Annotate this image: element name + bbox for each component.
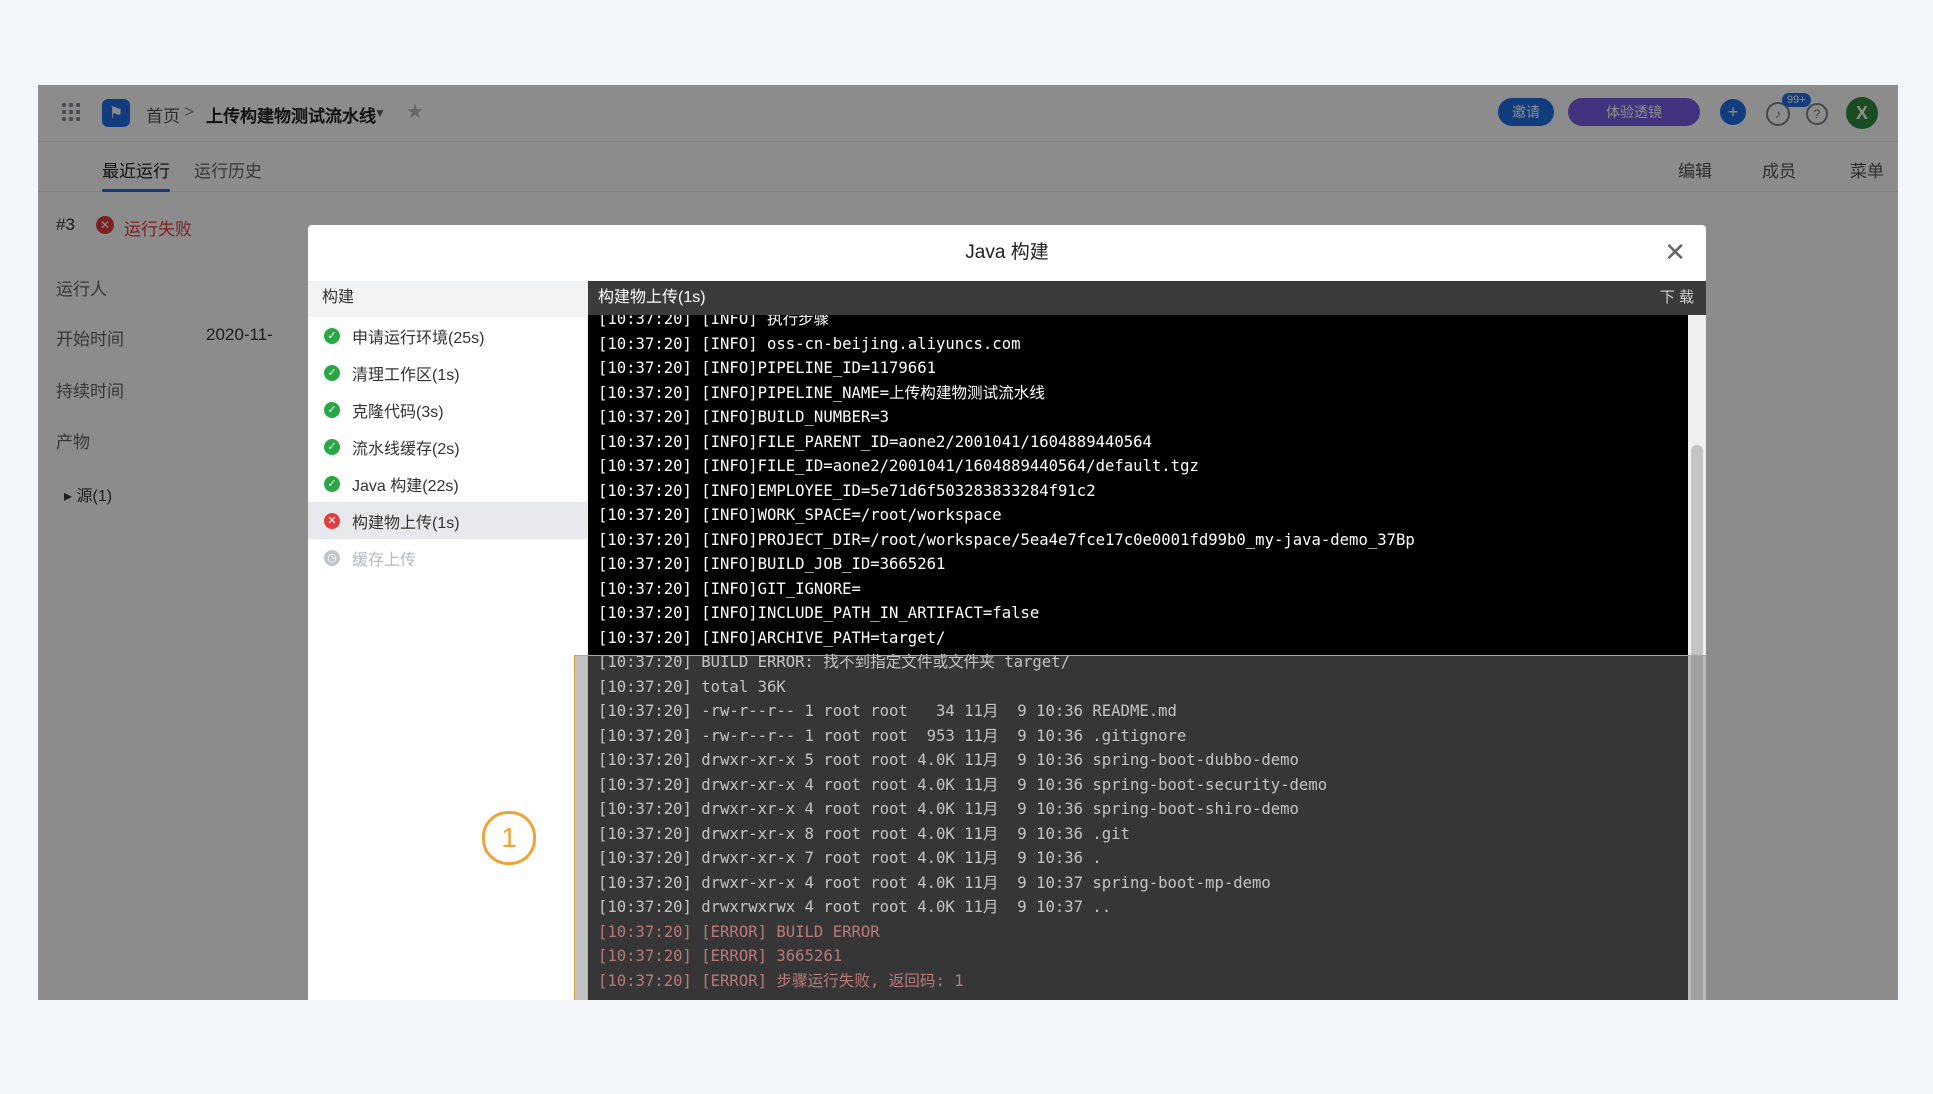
log-panel: 构建物上传(1s) 下 载 [10:37:20] [INFO] 执行步骤 [10:…	[574, 281, 1706, 1000]
log-line: [10:37:20] [INFO]EMPLOYEE_ID=5e71d6f5032…	[598, 481, 1096, 500]
step-label: 克隆代码(3s)	[352, 403, 444, 421]
step-item[interactable]: ✓ 申请运行环境(25s)	[308, 317, 587, 354]
step-item[interactable]: ✓ Java 构建(22s)	[308, 465, 587, 502]
log-line: [10:37:20] drwxrwxrwx 4 root root 4.0K 1…	[598, 898, 1112, 916]
log-line: [10:37:20] [INFO] 执行步骤	[598, 315, 830, 328]
step-label: 构建物上传(1s)	[352, 514, 460, 532]
log-line: [10:37:20] drwxr-xr-x 5 root root 4.0K 1…	[598, 751, 1299, 769]
check-circle-icon: ✓	[324, 475, 340, 492]
log-line: [10:37:20] [ERROR] BUILD ERROR	[598, 922, 880, 941]
log-line: [10:37:20] [INFO]GIT_IGNORE=	[598, 579, 861, 598]
log-line: [10:37:20] [INFO]FILE_PARENT_ID=aone2/20…	[598, 432, 1152, 451]
callout-marker: 1	[482, 811, 536, 865]
log-line: [10:37:20] [INFO]BUILD_JOB_ID=3665261	[598, 555, 946, 573]
step-label: Java 构建(22s)	[352, 477, 459, 495]
step-item[interactable]: ◷ 缓存上传	[308, 539, 587, 576]
check-circle-icon: ✓	[324, 438, 340, 455]
close-icon[interactable]: ✕	[1664, 239, 1686, 265]
step-log-modal: Java 构建 ✕ 构建 ✓ 申请运行环境(25s) ✓ 清理工作区(1s) ✓ 克隆代码…	[308, 225, 1706, 1000]
log-line: [10:37:20] total 36K	[598, 677, 786, 696]
check-circle-icon: ✓	[324, 401, 340, 418]
log-line: [10:37:20] [INFO]WORK_SPACE=/root/worksp…	[598, 506, 1002, 524]
steps-panel: 构建 ✓ 申请运行环境(25s) ✓ 清理工作区(1s) ✓ 克隆代码(3s) ✓ 流水线缓存…	[308, 281, 588, 1000]
step-label: 流水线缓存(2s)	[352, 440, 460, 458]
steps-header: 构建	[308, 281, 587, 317]
log-line: [10:37:20] BUILD ERROR: 找不到指定文件或文件夹 targ…	[598, 653, 1070, 671]
log-line: [10:37:20] drwxr-xr-x 4 root root 4.0K 1…	[598, 800, 1299, 818]
clock-icon: ◷	[324, 549, 340, 566]
log-line: [10:37:20] [INFO]PROJECT_DIR=/root/works…	[598, 530, 1415, 549]
log-line: [10:37:20] drwxr-xr-x 8 root root 4.0K 1…	[598, 824, 1130, 843]
log-line: [10:37:20] [INFO]ARCHIVE_PATH=target/	[598, 628, 946, 647]
log-line: [10:37:20] [ERROR] 步骤运行失败, 返回码: 1	[598, 971, 964, 990]
log-line: [10:37:20] [INFO]PIPELINE_ID=1179661	[598, 359, 936, 377]
step-item[interactable]: ✓ 克隆代码(3s)	[308, 391, 587, 428]
log-line: [10:37:20] -rw-r--r-- 1 root root 953 11…	[598, 726, 1187, 745]
log-line: [10:37:20] -rw-r--r-- 1 root root 34 11月…	[598, 702, 1177, 720]
log-line: [10:37:20] [INFO]PIPELINE_NAME=上传构建物测试流水…	[598, 383, 1045, 402]
error-circle-icon: ✕	[324, 512, 340, 529]
step-label: 清理工作区(1s)	[352, 366, 460, 384]
step-item[interactable]: ✕ 构建物上传(1s)	[308, 502, 587, 539]
scrollbar-thumb[interactable]	[1691, 445, 1703, 1000]
step-label: 缓存上传	[352, 551, 417, 569]
log-line: [10:37:20] [ERROR] 3665261	[598, 947, 843, 965]
log-line: [10:37:20] drwxr-xr-x 4 root root 4.0K 1…	[598, 775, 1328, 794]
log-line: [10:37:20] [INFO]INCLUDE_PATH_IN_ARTIFAC…	[598, 604, 1040, 622]
log-output[interactable]: [10:37:20] [INFO] 执行步骤 [10:37:20] [INFO] …	[588, 315, 1688, 1000]
log-scrollbar[interactable]	[1688, 315, 1706, 1000]
step-item[interactable]: ✓ 清理工作区(1s)	[308, 354, 587, 391]
download-button[interactable]: 下 载	[1660, 281, 1694, 315]
log-line: [10:37:20] drwxr-xr-x 7 root root 4.0K 1…	[598, 849, 1102, 867]
modal-title: Java 构建	[965, 242, 1049, 263]
check-circle-icon: ✓	[324, 364, 340, 381]
app-window: ⚑ 首页 > 上传构建物测试流水线 ▼ ★ 邀请 体验透镜 + ♪ 99+ ? …	[38, 85, 1898, 1000]
log-line: [10:37:20] [INFO]FILE_ID=aone2/2001041/1…	[598, 457, 1199, 475]
log-title: 构建物上传(1s)	[598, 289, 706, 306]
step-label: 申请运行环境(25s)	[352, 329, 485, 347]
steps-list: ✓ 申请运行环境(25s) ✓ 清理工作区(1s) ✓ 克隆代码(3s) ✓ 流水线缓存(2s…	[308, 317, 587, 576]
log-header: 构建物上传(1s) 下 载	[588, 281, 1706, 315]
check-circle-icon: ✓	[324, 327, 340, 344]
log-line: [10:37:20] [INFO]BUILD_NUMBER=3	[598, 408, 890, 426]
log-line: [10:37:20] [INFO] oss-cn-beijing.aliyunc…	[598, 334, 1021, 353]
log-line: [10:37:20] drwxr-xr-x 4 root root 4.0K 1…	[598, 873, 1271, 892]
step-item[interactable]: ✓ 流水线缓存(2s)	[308, 428, 587, 465]
